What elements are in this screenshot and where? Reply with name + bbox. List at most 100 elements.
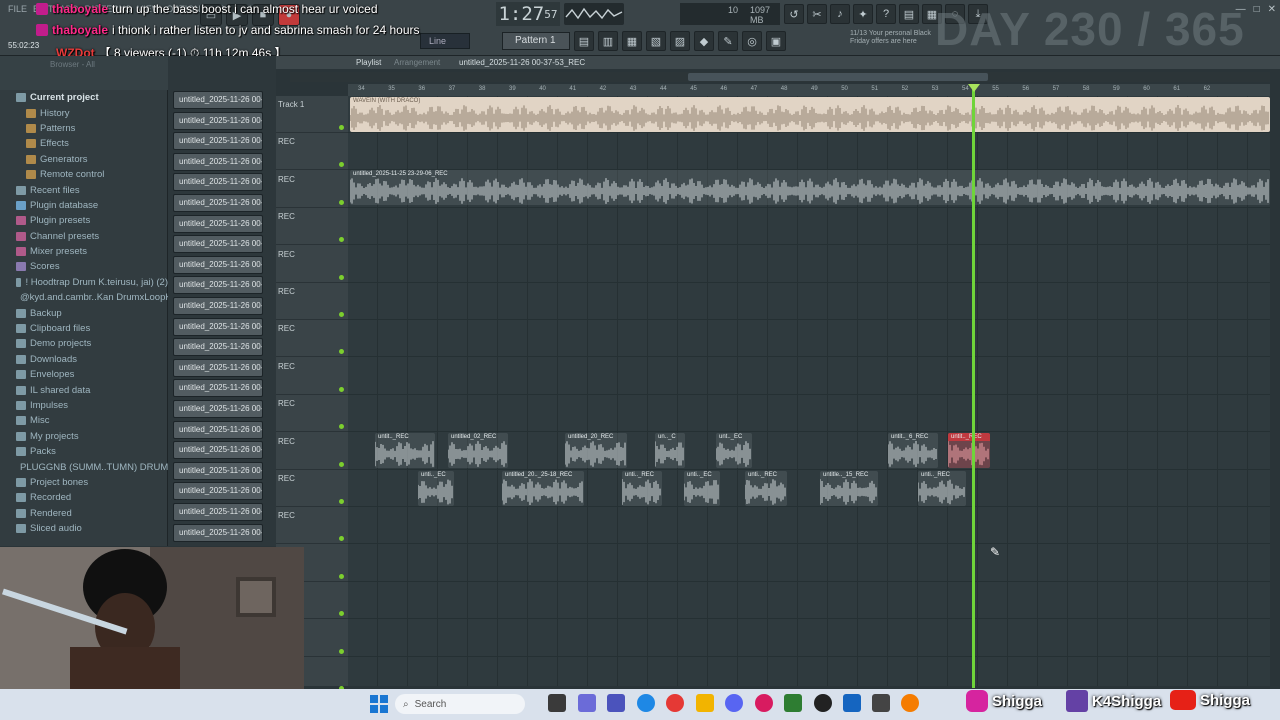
browser-item[interactable]: Backup [0,305,168,320]
track-lane[interactable] [348,620,1270,657]
mixer-view-icon[interactable]: ▧ [646,31,666,51]
teams-icon[interactable] [607,694,625,712]
browser-item[interactable]: Sliced audio [0,521,168,536]
track-active-led[interactable] [339,274,344,280]
audio-clip[interactable]: unt.._EC [716,433,752,468]
track-lane[interactable] [348,208,1270,246]
edison-icon[interactable]: ▣ [766,31,786,51]
track-lane[interactable] [348,395,1270,433]
channel-button[interactable]: untitled_2025-11-26 00- [173,173,263,192]
audio-clip[interactable]: unti.._REC [745,471,787,506]
audio-clip[interactable]: untitled_20_REC [565,433,627,468]
track-active-led[interactable] [339,162,344,168]
promo-notice[interactable]: 11/13 Your personal Black Friday offers … [850,30,931,46]
record-mode-icon[interactable]: ◎ [742,31,762,51]
track-active-led[interactable] [339,611,344,617]
track-header[interactable]: REC [276,395,348,433]
obs-icon[interactable] [814,694,832,712]
browser-item[interactable]: Effects [0,136,168,151]
browser-item[interactable]: Patterns [0,121,168,136]
edge-icon[interactable] [637,694,655,712]
browser-item[interactable]: Mixer presets [0,244,168,259]
channel-button[interactable]: untitled_2025-11-26 00- [173,523,263,542]
audio-clip[interactable]: untit.._REC [948,433,990,468]
browser-item[interactable]: Recent files [0,182,168,197]
channel-button[interactable]: untitled_2025-11-26 00- [173,358,263,377]
track-header[interactable]: REC [276,470,348,507]
browser-item[interactable]: Channel presets [0,229,168,244]
browser-item[interactable]: Project bones [0,475,168,490]
channel-button[interactable]: untitled_2025-11-26 00- [173,379,263,398]
bar-ruler[interactable]: 34 35 36 37 38 39 40 41 42 43 44 45 46 47 48 49 50 51 52 53… [348,84,1270,96]
track-active-led[interactable] [339,573,344,579]
browser-item[interactable]: Generators [0,152,168,167]
copilot-icon[interactable] [578,694,596,712]
channel-button[interactable]: untitled_2025-11-26 00- [173,235,263,254]
track-header[interactable]: REC [276,133,348,171]
task-view-icon[interactable] [548,694,566,712]
playhead-marker-icon[interactable] [968,84,980,92]
discord-icon[interactable] [725,694,743,712]
cut-icon[interactable]: ✂ [807,4,827,24]
track-active-led[interactable] [339,648,344,654]
channel-button[interactable]: untitled_2025-11-26 00- [173,91,263,109]
audio-clip[interactable]: unti.._EC [418,471,454,506]
channel-button[interactable]: untitled_2025-11-26 00- [173,111,263,130]
audio-clip[interactable]: unti.._REC [918,471,966,506]
start-icon[interactable] [370,695,388,713]
track-active-led[interactable] [339,461,344,467]
track-lane[interactable] [348,582,1270,620]
track-active-led[interactable] [339,237,344,243]
audio-clip[interactable]: untit.._REC [375,433,435,468]
track-active-led[interactable] [339,199,344,205]
browser-item[interactable]: ! Hoodtrap Drum K.teirusu, jai) (2) [0,275,168,290]
channel-button[interactable]: untitled_2025-11-26 00- [173,461,263,480]
playhead[interactable] [972,84,975,688]
browser-item[interactable]: Rendered [0,506,168,521]
audio-clip[interactable]: WAVEIN (WITH DRACO) [350,97,1270,132]
browser-icon[interactable]: ▨ [670,31,690,51]
channel-button[interactable]: untitled_2025-11-26 00- [173,194,263,212]
audio-clip[interactable]: untitled_2025-11-25 23-29-06_REC [350,170,1270,205]
close-icon[interactable]: ✕ [1268,4,1276,15]
plugin-icon[interactable]: ◆ [694,31,714,51]
track-header[interactable]: REC [276,208,348,246]
channel-button[interactable]: untitled_2025-11-26 00- [173,420,263,439]
browser-item[interactable]: IL shared data [0,382,168,397]
browser-item[interactable]: History [0,105,168,120]
save-icon[interactable]: ▤ [899,4,919,24]
track-header[interactable]: REC [276,507,348,545]
track-lane[interactable] [348,283,1270,320]
channel-button[interactable]: untitled_2025-11-26 00- [173,400,263,418]
track-header[interactable]: REC [276,171,348,208]
taskbar-search[interactable]: ⌕ Search [395,694,525,714]
track-active-led[interactable] [339,312,344,317]
pattern-select[interactable]: Pattern 1 [502,32,570,50]
track-header[interactable]: REC [276,358,348,395]
channel-button[interactable]: untitled_2025-11-26 00- [173,503,263,521]
playlist-mode[interactable]: Arrangement [394,58,440,67]
channel-button[interactable]: untitled_2025-11-26 00- [173,441,263,460]
track-active-led[interactable] [339,349,344,355]
browser-item[interactable]: Scores [0,259,168,274]
file-explorer-icon[interactable] [696,694,714,712]
browser-item[interactable]: Plugin presets [0,213,168,228]
browser-item[interactable]: Demo projects [0,336,168,351]
browser-item[interactable]: Remote control [0,167,168,182]
audio-clip[interactable]: untitled_20.._25-18_REC [502,471,584,506]
channel-button[interactable]: untitled_2025-11-26 00- [173,152,263,171]
fl-studio-icon[interactable] [901,694,919,712]
channel-button[interactable]: untitled_2025-11-26 00- [173,482,263,501]
channel-button[interactable]: untitled_2025-11-26 00- [173,214,263,233]
browser-item[interactable]: Current project [0,90,168,105]
channel-button[interactable]: untitled_2025-11-26 00- [173,255,263,274]
browser-item[interactable]: Plugin database [0,198,168,213]
track-lane[interactable] [348,246,1270,283]
app-icon[interactable] [872,694,890,712]
audio-clip[interactable]: untit.._6_REC [888,433,938,468]
track-active-led[interactable] [339,499,344,504]
track-header[interactable]: REC [276,320,348,358]
channel-rack-icon[interactable]: ▦ [622,31,642,51]
track-header[interactable]: REC [276,283,348,320]
browser-item[interactable]: My projects [0,429,168,444]
